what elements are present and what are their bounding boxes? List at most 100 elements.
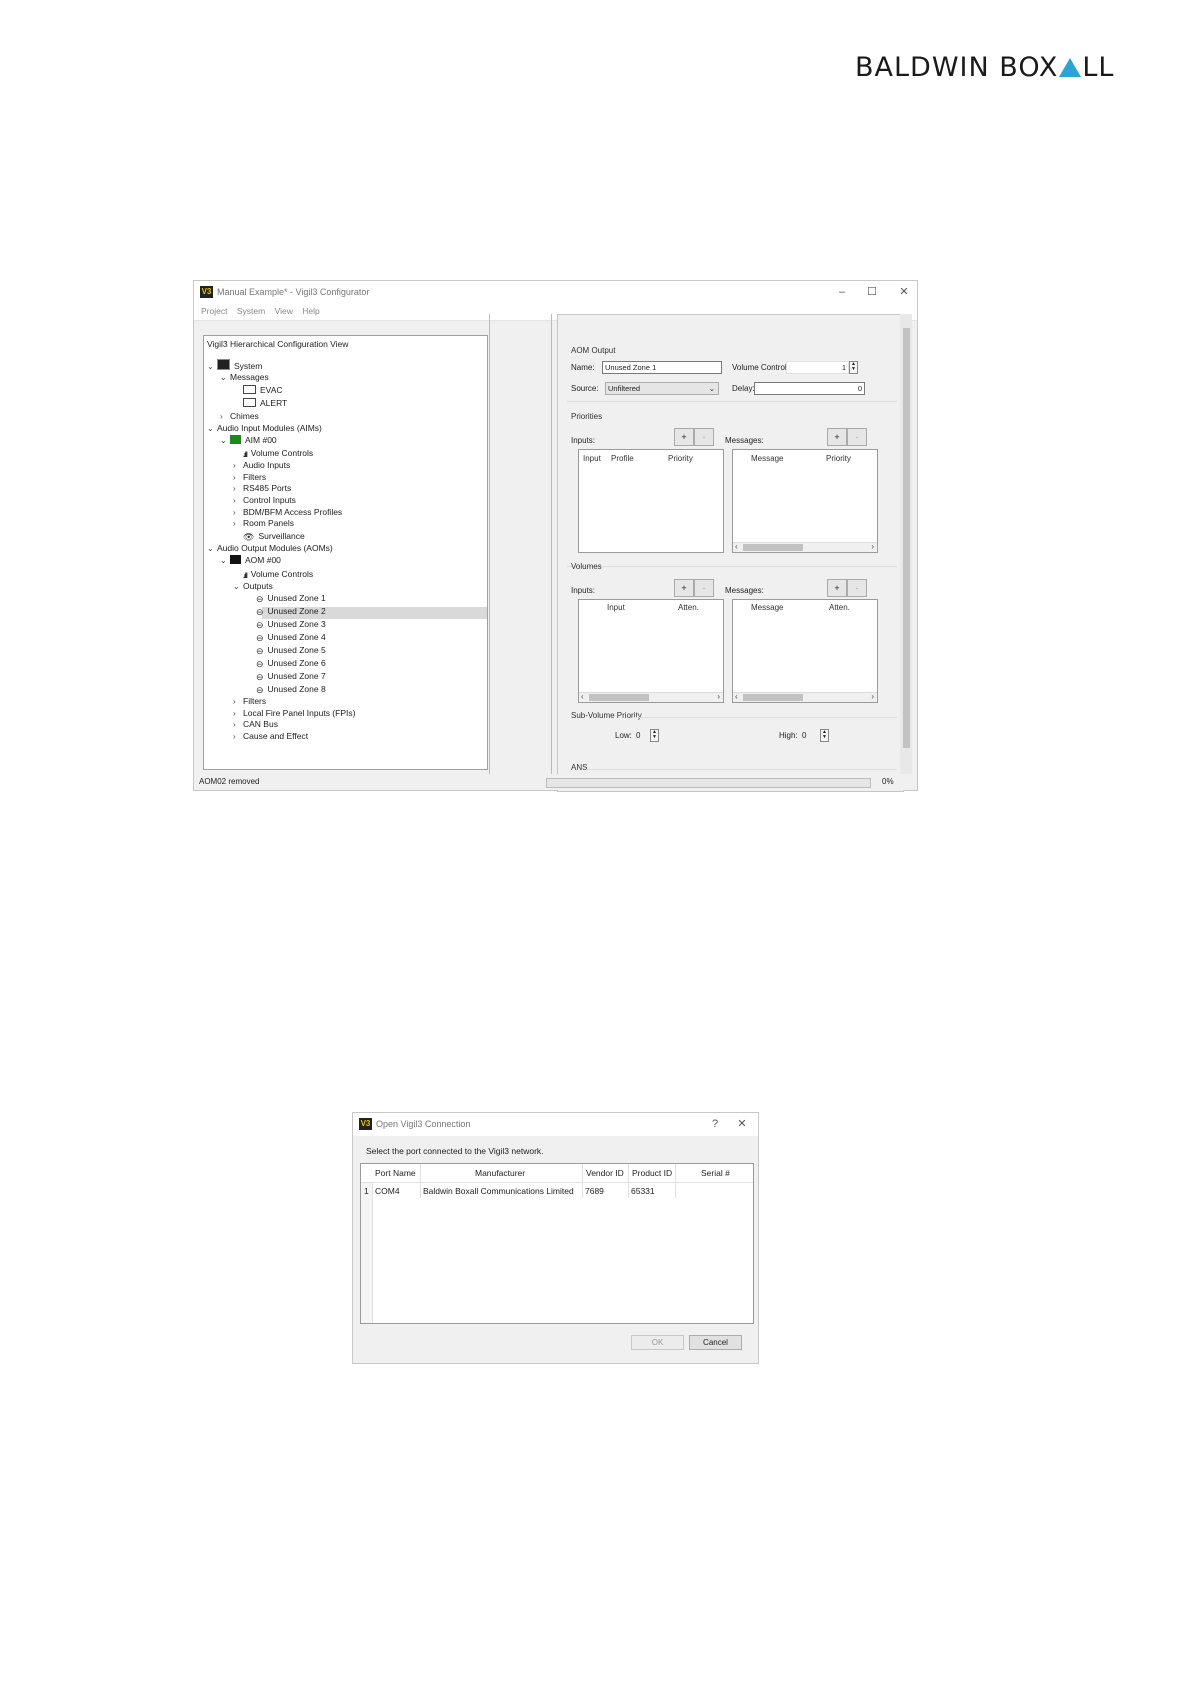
column-header-serial[interactable]: Serial # <box>701 1168 730 1178</box>
volumes-messages-add-button[interactable]: + <box>827 579 847 597</box>
chevron-down-icon[interactable]: ⌄ <box>220 435 230 447</box>
tree-node-label: Room Panels <box>243 518 295 528</box>
priorities-inputs-label: Inputs: <box>571 436 596 445</box>
chevron-down-icon[interactable]: ⌄ <box>220 555 230 567</box>
tree-node[interactable]: ⊖ Unused Zone 6 <box>246 657 326 669</box>
high-spinner[interactable]: ▲ ▼ <box>820 729 829 742</box>
volumes-inputs-add-button[interactable]: + <box>674 579 694 597</box>
column-header: Atten. <box>829 603 850 612</box>
tree-node[interactable]: ⊖ Unused Zone 1 <box>246 592 326 604</box>
chevron-right-icon[interactable]: › <box>233 731 243 743</box>
volume-control-input[interactable]: 1 <box>786 361 849 374</box>
tree-node[interactable]: .ıll Volume Controls <box>233 568 313 580</box>
tree-node-label: Audio Inputs <box>243 460 291 470</box>
column-header-port-name[interactable]: Port Name <box>375 1168 416 1178</box>
menu-view[interactable]: View <box>275 306 293 316</box>
menu-project[interactable]: Project <box>201 306 227 316</box>
hierarchical-tree[interactable]: Vigil3 Hierarchical Configuration View ⌄… <box>203 335 488 770</box>
dialog-close-button[interactable]: ✕ <box>732 1116 752 1132</box>
tree-node[interactable]: ⊖ Unused Zone 7 <box>246 670 326 682</box>
tree-node[interactable]: › RS485 Ports <box>233 482 291 494</box>
scroll-right-icon[interactable]: › <box>871 542 874 551</box>
priorities-messages-list[interactable]: Message Priority ‹ › <box>732 449 878 553</box>
low-value[interactable]: 0 <box>636 731 640 740</box>
chevron-right-icon[interactable]: › <box>233 518 243 530</box>
scroll-left-icon[interactable]: ‹ <box>581 692 584 701</box>
tree-node[interactable]: ⌄ Audio Input Modules (AIMs) <box>207 422 322 434</box>
ok-button[interactable]: OK <box>631 1335 684 1350</box>
tree-node[interactable]: ⌄ System <box>207 359 262 371</box>
tree-node[interactable]: ALERT <box>233 397 287 409</box>
tree-node-label: Outputs <box>243 581 273 591</box>
column-header-vendor-id[interactable]: Vendor ID <box>586 1168 624 1178</box>
column-header-manufacturer[interactable]: Manufacturer <box>475 1168 525 1178</box>
volumes-messages-remove-button[interactable]: - <box>847 579 867 597</box>
tree-node[interactable]: ⊖ Unused Zone 8 <box>246 683 326 695</box>
tree-node[interactable]: › Chimes <box>220 410 259 422</box>
cancel-button[interactable]: Cancel <box>689 1335 742 1350</box>
tree-node[interactable]: ⊖ Unused Zone 5 <box>246 644 326 656</box>
priorities-inputs-add-button[interactable]: + <box>674 428 694 446</box>
scroll-right-icon[interactable]: › <box>871 692 874 701</box>
chevron-down-icon[interactable]: ⌄ <box>207 361 217 373</box>
minimize-button[interactable]: – <box>832 284 852 300</box>
priorities-inputs-list[interactable]: Input Profile Priority <box>578 449 724 553</box>
tree-node-label: BDM/BFM Access Profiles <box>243 507 343 517</box>
tree-node[interactable]: .ıll Volume Controls <box>233 447 313 459</box>
column-header-product-id[interactable]: Product ID <box>632 1168 672 1178</box>
chevron-down-icon[interactable]: ⌄ <box>207 543 217 555</box>
source-dropdown[interactable]: Unfiltered ⌄ <box>605 382 719 395</box>
tree-node[interactable]: › Audio Inputs <box>233 459 290 471</box>
volumes-messages-list[interactable]: Message Atten. ‹ › <box>732 599 878 703</box>
low-spinner[interactable]: ▲ ▼ <box>650 729 659 742</box>
horizontal-scrollbar[interactable]: ‹ › <box>579 692 723 702</box>
horizontal-scrollbar[interactable]: ‹ › <box>733 692 877 702</box>
tree-node[interactable]: › Cause and Effect <box>233 730 308 742</box>
tree-node[interactable]: 👁 Surveillance <box>233 530 305 542</box>
maximize-button[interactable]: ☐ <box>862 284 882 300</box>
tree-node[interactable]: ⌄ Messages <box>220 371 269 383</box>
chevron-down-icon[interactable]: ⌄ <box>233 581 243 593</box>
tree-node[interactable]: ⌄ Outputs <box>233 580 273 592</box>
scroll-left-icon[interactable]: ‹ <box>735 542 738 551</box>
scroll-left-icon[interactable]: ‹ <box>735 692 738 701</box>
tree-node[interactable]: › Filters <box>233 695 266 707</box>
chevron-down-icon[interactable]: ⌄ <box>207 423 217 435</box>
close-button[interactable]: ✕ <box>894 284 914 300</box>
tree-node[interactable]: › CAN Bus <box>233 718 278 730</box>
help-button[interactable]: ? <box>705 1116 725 1132</box>
chevron-down-icon[interactable]: ⌄ <box>220 372 230 384</box>
tree-node[interactable]: ⌄ Audio Output Modules (AOMs) <box>207 542 333 554</box>
open-connection-dialog: V3 Open Vigil3 Connection ? ✕ Select the… <box>352 1112 759 1364</box>
dialog-prompt: Select the port connected to the Vigil3 … <box>366 1146 544 1156</box>
scrollbar-thumb[interactable] <box>589 694 649 701</box>
priorities-inputs-remove-button[interactable]: - <box>694 428 714 446</box>
high-value[interactable]: 0 <box>802 731 806 740</box>
scrollbar-thumb[interactable] <box>743 544 803 551</box>
tree-node[interactable]: ⊖ Unused Zone 4 <box>246 631 326 643</box>
name-input[interactable]: Unused Zone 1 <box>602 361 722 374</box>
delay-input[interactable]: 0 <box>754 382 865 395</box>
menu-help[interactable]: Help <box>302 306 319 316</box>
volumes-inputs-list[interactable]: Input Atten. ‹ › <box>578 599 724 703</box>
tree-node[interactable]: › Room Panels <box>233 517 294 529</box>
ans-group-label: ANS <box>571 763 588 772</box>
scroll-right-icon[interactable]: › <box>717 692 720 701</box>
tree-node[interactable]: EVAC <box>233 384 283 396</box>
priorities-messages-remove-button[interactable]: - <box>847 428 867 446</box>
menu-system[interactable]: System <box>237 306 265 316</box>
port-table[interactable]: Port Name Manufacturer Vendor ID Product… <box>360 1163 754 1324</box>
scrollbar-thumb[interactable] <box>743 694 803 701</box>
cell-product-id: 65331 <box>631 1186 655 1196</box>
priorities-messages-add-button[interactable]: + <box>827 428 847 446</box>
tree-node[interactable]: ⌄ AOM #00 <box>220 554 281 566</box>
volume-control-spinner[interactable]: ▲ ▼ <box>849 361 858 374</box>
volumes-inputs-remove-button[interactable]: - <box>694 579 714 597</box>
tree-node[interactable]: ⊖ Unused Zone 2 <box>246 605 326 617</box>
panel-scrollbar-thumb[interactable] <box>903 328 910 748</box>
horizontal-scrollbar[interactable]: ‹ › <box>733 542 877 552</box>
tree-node[interactable]: ⊖ Unused Zone 3 <box>246 618 326 630</box>
tree-node[interactable]: ⌄ AIM #00 <box>220 434 277 446</box>
delay-label: Delay: <box>732 384 755 393</box>
tree-node[interactable]: › Control Inputs <box>233 494 296 506</box>
